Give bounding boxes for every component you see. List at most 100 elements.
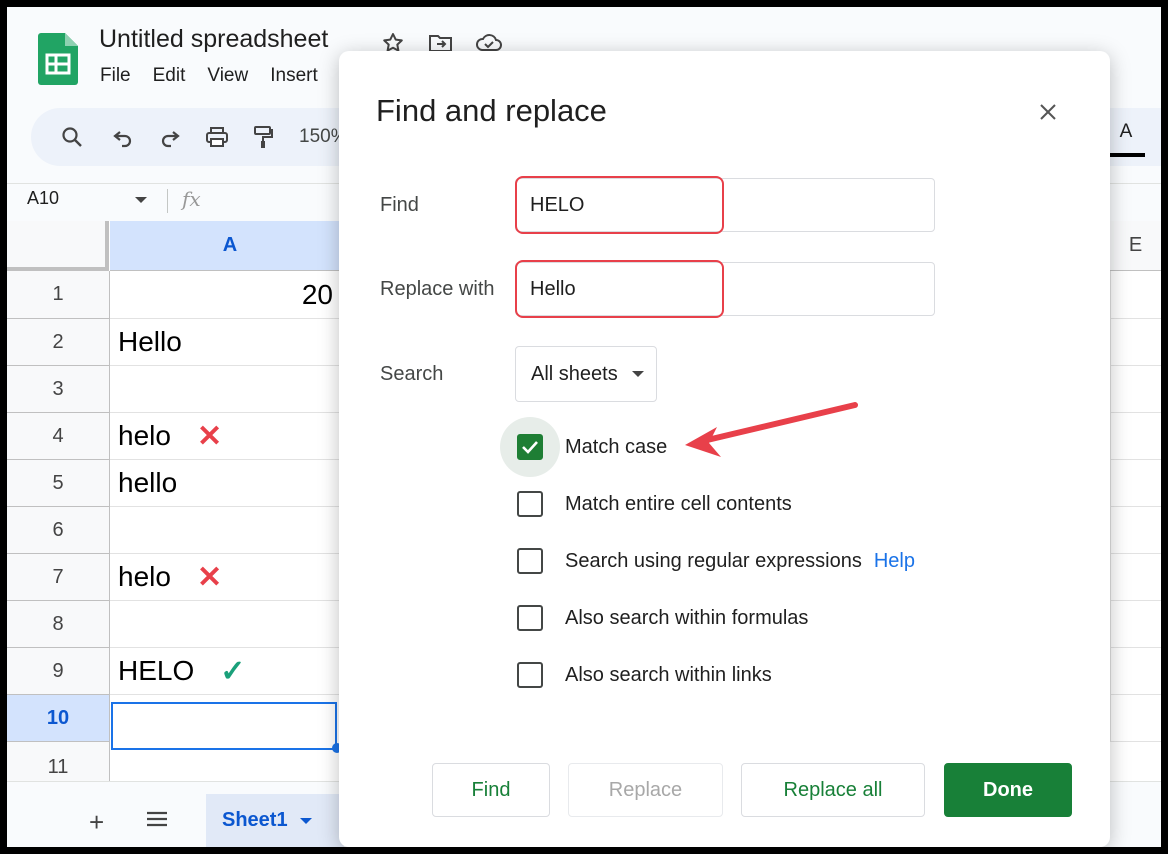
sheets-app: Untitled spreadsheet File Edit View Inse… — [7, 7, 1161, 847]
cell-a5[interactable]: hello — [110, 460, 350, 507]
name-box[interactable]: A10 — [27, 188, 59, 209]
chevron-down-icon — [631, 371, 644, 377]
all-sheets-menu-icon[interactable] — [145, 809, 169, 829]
select-all-corner[interactable] — [7, 221, 109, 271]
cell-value: helo — [118, 561, 171, 592]
cell-e[interactable] — [1110, 271, 1161, 319]
search-label: Search — [380, 363, 444, 385]
cell-e[interactable] — [1110, 413, 1161, 460]
option-label: Search using regular expressions — [565, 549, 862, 572]
done-button[interactable]: Done — [944, 763, 1072, 817]
row-header[interactable]: 2 — [7, 319, 110, 366]
replace-label: Replace with — [380, 278, 495, 300]
help-link[interactable]: Help — [874, 550, 915, 573]
option-formulas[interactable]: Also search within formulas — [517, 605, 808, 631]
row-header[interactable]: 4 — [7, 413, 110, 460]
row-header[interactable]: 10 — [7, 695, 110, 742]
paint-format-icon[interactable] — [250, 124, 276, 150]
row-header[interactable]: 9 — [7, 648, 110, 695]
cell-value: hello — [118, 467, 178, 498]
cell-e[interactable] — [1110, 695, 1161, 742]
cell-e[interactable] — [1110, 648, 1161, 695]
option-label: Match entire cell contents — [565, 492, 792, 515]
menu-view[interactable]: View — [207, 65, 248, 87]
menu-bar: File Edit View Insert — [100, 65, 340, 87]
cell-a7[interactable]: helo ✕ — [110, 554, 350, 601]
cell-e[interactable] — [1110, 554, 1161, 601]
cell-e[interactable] — [1110, 319, 1161, 366]
check-mark-icon: ✓ — [220, 654, 246, 688]
match-entire-cell-checkbox[interactable] — [517, 491, 543, 517]
links-checkbox[interactable] — [517, 662, 543, 688]
option-label: Also search within links — [565, 663, 772, 686]
cell-a3[interactable] — [110, 366, 350, 413]
annotation-arrow-icon — [673, 397, 863, 462]
fx-icon: fx — [182, 187, 201, 211]
replace-all-button[interactable]: Replace all — [741, 763, 925, 817]
close-icon[interactable] — [1033, 97, 1063, 127]
divider — [167, 189, 168, 213]
cell-value: Hello — [118, 326, 182, 357]
cell-e[interactable] — [1110, 507, 1161, 554]
sheet-tab-sheet1[interactable]: Sheet1 — [206, 794, 344, 847]
replace-input-value: Hello — [530, 277, 576, 300]
option-label: Also search within formulas — [565, 606, 809, 629]
name-box-dropdown-icon[interactable] — [135, 197, 147, 203]
cell-value: 20 — [301, 278, 333, 310]
find-label: Find — [380, 194, 419, 216]
redo-icon[interactable] — [157, 124, 183, 150]
cell-e[interactable] — [1110, 460, 1161, 507]
row-header[interactable]: 6 — [7, 507, 110, 554]
cross-mark-icon: ✕ — [196, 560, 223, 594]
cell-a9[interactable]: HELO ✓ — [110, 648, 350, 695]
menu-insert[interactable]: Insert — [270, 65, 318, 87]
search-icon[interactable] — [59, 124, 85, 150]
dialog-title: Find and replace — [376, 93, 607, 128]
row-header[interactable]: 5 — [7, 460, 110, 507]
cell-value: helo — [118, 420, 171, 451]
row-header[interactable]: 3 — [7, 366, 110, 413]
cell-a1[interactable]: 20 — [110, 271, 350, 319]
undo-icon[interactable] — [110, 124, 136, 150]
replace-input[interactable]: Hello — [515, 262, 935, 316]
cell-a10-selected[interactable] — [111, 702, 337, 750]
regex-checkbox[interactable] — [517, 548, 543, 574]
menu-edit[interactable]: Edit — [153, 65, 186, 87]
row-header[interactable]: 8 — [7, 601, 110, 648]
option-links[interactable]: Also search within links — [517, 662, 772, 688]
row-header[interactable]: 11 — [7, 742, 110, 782]
cell-a8[interactable] — [110, 601, 350, 648]
cross-mark-icon: ✕ — [196, 419, 223, 453]
text-color-button[interactable]: A — [1107, 121, 1145, 157]
cell-a6[interactable] — [110, 507, 350, 554]
sheet-tab-dropdown-icon[interactable] — [299, 817, 312, 824]
cell-a4[interactable]: helo ✕ — [110, 413, 350, 460]
formulas-checkbox[interactable] — [517, 605, 543, 631]
print-icon[interactable] — [204, 124, 230, 150]
search-scope-select[interactable]: All sheets — [515, 346, 657, 402]
column-header-e[interactable]: E — [1110, 221, 1161, 271]
row-header[interactable]: 7 — [7, 554, 110, 601]
document-title[interactable]: Untitled spreadsheet — [99, 25, 328, 54]
option-match-case[interactable]: Match case — [517, 434, 667, 460]
find-input[interactable]: HELO — [515, 178, 935, 232]
add-sheet-button[interactable]: + — [89, 807, 104, 838]
replace-button[interactable]: Replace — [568, 763, 723, 817]
sheets-logo-icon[interactable] — [38, 33, 78, 85]
cell-value: HELO — [118, 655, 195, 686]
row-header[interactable]: 1 — [7, 271, 110, 319]
sheet-tab-label: Sheet1 — [222, 809, 288, 831]
find-button[interactable]: Find — [432, 763, 550, 817]
option-label: Match case — [565, 435, 668, 458]
column-header-a[interactable]: A — [110, 221, 351, 271]
option-regex[interactable]: Search using regular expressions Help — [517, 548, 915, 574]
cell-e[interactable] — [1110, 601, 1161, 648]
option-match-entire-cell[interactable]: Match entire cell contents — [517, 491, 792, 517]
find-replace-dialog: Find and replace Find HELO Replace with … — [339, 51, 1110, 847]
cell-e[interactable] — [1110, 366, 1161, 413]
menu-file[interactable]: File — [100, 65, 131, 87]
find-input-value: HELO — [530, 193, 585, 216]
match-case-checkbox[interactable] — [517, 434, 543, 460]
cell-a2[interactable]: Hello — [110, 319, 350, 366]
search-scope-value: All sheets — [531, 362, 618, 385]
